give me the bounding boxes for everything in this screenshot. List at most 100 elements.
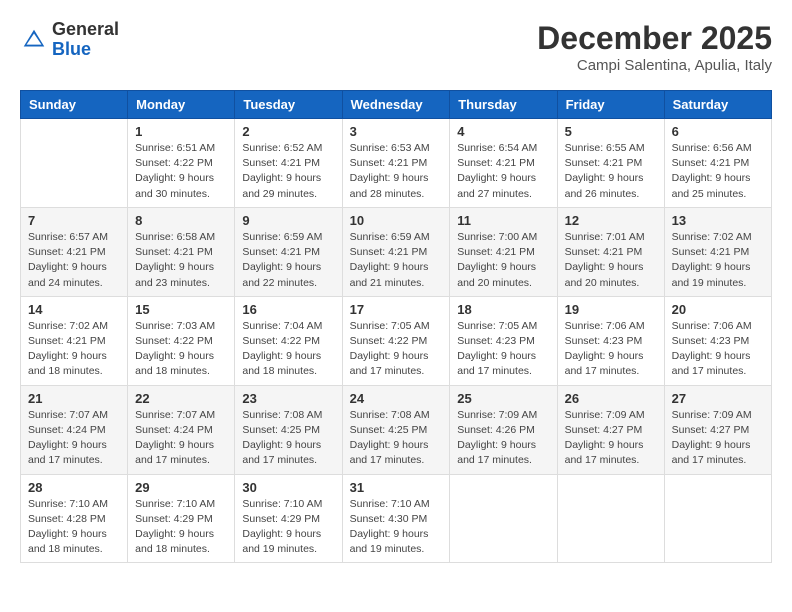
calendar-cell: 29 Sunrise: 7:10 AMSunset: 4:29 PMDaylig… — [128, 474, 235, 563]
day-number: 22 — [135, 391, 227, 406]
day-info: Sunrise: 6:58 AMSunset: 4:21 PMDaylight:… — [135, 230, 227, 291]
header-saturday: Saturday — [664, 91, 771, 119]
day-info: Sunrise: 6:52 AMSunset: 4:21 PMDaylight:… — [242, 141, 334, 202]
day-info: Sunrise: 7:07 AMSunset: 4:24 PMDaylight:… — [28, 408, 120, 469]
header-wednesday: Wednesday — [342, 91, 450, 119]
calendar-cell: 27 Sunrise: 7:09 AMSunset: 4:27 PMDaylig… — [664, 385, 771, 474]
calendar-cell: 23 Sunrise: 7:08 AMSunset: 4:25 PMDaylig… — [235, 385, 342, 474]
calendar-week-row: 7 Sunrise: 6:57 AMSunset: 4:21 PMDayligh… — [21, 207, 772, 296]
calendar-cell: 14 Sunrise: 7:02 AMSunset: 4:21 PMDaylig… — [21, 296, 128, 385]
day-info: Sunrise: 7:05 AMSunset: 4:22 PMDaylight:… — [350, 319, 443, 380]
day-number: 17 — [350, 302, 443, 317]
day-info: Sunrise: 6:59 AMSunset: 4:21 PMDaylight:… — [242, 230, 334, 291]
calendar-cell: 19 Sunrise: 7:06 AMSunset: 4:23 PMDaylig… — [557, 296, 664, 385]
day-number: 10 — [350, 213, 443, 228]
day-info: Sunrise: 6:56 AMSunset: 4:21 PMDaylight:… — [672, 141, 764, 202]
day-info: Sunrise: 7:03 AMSunset: 4:22 PMDaylight:… — [135, 319, 227, 380]
day-info: Sunrise: 6:55 AMSunset: 4:21 PMDaylight:… — [565, 141, 657, 202]
location-subtitle: Campi Salentina, Apulia, Italy — [537, 57, 772, 74]
day-number: 13 — [672, 213, 764, 228]
calendar-header-row: SundayMondayTuesdayWednesdayThursdayFrid… — [21, 91, 772, 119]
day-info: Sunrise: 7:10 AMSunset: 4:29 PMDaylight:… — [135, 497, 227, 558]
day-number: 9 — [242, 213, 334, 228]
day-number: 28 — [28, 480, 120, 495]
day-number: 26 — [565, 391, 657, 406]
day-info: Sunrise: 6:51 AMSunset: 4:22 PMDaylight:… — [135, 141, 227, 202]
day-info: Sunrise: 6:59 AMSunset: 4:21 PMDaylight:… — [350, 230, 443, 291]
day-number: 20 — [672, 302, 764, 317]
page-header: General Blue December 2025 Campi Salenti… — [20, 20, 772, 74]
calendar-cell: 26 Sunrise: 7:09 AMSunset: 4:27 PMDaylig… — [557, 385, 664, 474]
day-number: 16 — [242, 302, 334, 317]
calendar-table: SundayMondayTuesdayWednesdayThursdayFrid… — [20, 90, 772, 563]
calendar-cell: 10 Sunrise: 6:59 AMSunset: 4:21 PMDaylig… — [342, 207, 450, 296]
calendar-cell: 18 Sunrise: 7:05 AMSunset: 4:23 PMDaylig… — [450, 296, 557, 385]
day-number: 30 — [242, 480, 334, 495]
day-info: Sunrise: 7:09 AMSunset: 4:27 PMDaylight:… — [565, 408, 657, 469]
calendar-week-row: 28 Sunrise: 7:10 AMSunset: 4:28 PMDaylig… — [21, 474, 772, 563]
calendar-cell: 6 Sunrise: 6:56 AMSunset: 4:21 PMDayligh… — [664, 119, 771, 208]
calendar-week-row: 21 Sunrise: 7:07 AMSunset: 4:24 PMDaylig… — [21, 385, 772, 474]
day-info: Sunrise: 7:00 AMSunset: 4:21 PMDaylight:… — [457, 230, 549, 291]
logo-icon — [20, 26, 48, 54]
day-info: Sunrise: 7:02 AMSunset: 4:21 PMDaylight:… — [672, 230, 764, 291]
day-number: 31 — [350, 480, 443, 495]
day-info: Sunrise: 6:53 AMSunset: 4:21 PMDaylight:… — [350, 141, 443, 202]
day-number: 18 — [457, 302, 549, 317]
title-block: December 2025 Campi Salentina, Apulia, I… — [537, 20, 772, 74]
day-info: Sunrise: 7:02 AMSunset: 4:21 PMDaylight:… — [28, 319, 120, 380]
day-number: 12 — [565, 213, 657, 228]
calendar-cell: 24 Sunrise: 7:08 AMSunset: 4:25 PMDaylig… — [342, 385, 450, 474]
calendar-cell: 12 Sunrise: 7:01 AMSunset: 4:21 PMDaylig… — [557, 207, 664, 296]
logo: General Blue — [20, 20, 119, 60]
header-sunday: Sunday — [21, 91, 128, 119]
calendar-cell: 28 Sunrise: 7:10 AMSunset: 4:28 PMDaylig… — [21, 474, 128, 563]
header-monday: Monday — [128, 91, 235, 119]
calendar-cell: 16 Sunrise: 7:04 AMSunset: 4:22 PMDaylig… — [235, 296, 342, 385]
day-info: Sunrise: 7:10 AMSunset: 4:28 PMDaylight:… — [28, 497, 120, 558]
header-tuesday: Tuesday — [235, 91, 342, 119]
calendar-cell: 22 Sunrise: 7:07 AMSunset: 4:24 PMDaylig… — [128, 385, 235, 474]
day-number: 2 — [242, 124, 334, 139]
calendar-week-row: 1 Sunrise: 6:51 AMSunset: 4:22 PMDayligh… — [21, 119, 772, 208]
day-number: 14 — [28, 302, 120, 317]
calendar-cell: 17 Sunrise: 7:05 AMSunset: 4:22 PMDaylig… — [342, 296, 450, 385]
day-number: 5 — [565, 124, 657, 139]
calendar-cell: 8 Sunrise: 6:58 AMSunset: 4:21 PMDayligh… — [128, 207, 235, 296]
day-info: Sunrise: 7:05 AMSunset: 4:23 PMDaylight:… — [457, 319, 549, 380]
day-number: 27 — [672, 391, 764, 406]
day-number: 7 — [28, 213, 120, 228]
calendar-cell — [21, 119, 128, 208]
day-number: 4 — [457, 124, 549, 139]
day-number: 11 — [457, 213, 549, 228]
header-friday: Friday — [557, 91, 664, 119]
day-number: 24 — [350, 391, 443, 406]
calendar-cell: 3 Sunrise: 6:53 AMSunset: 4:21 PMDayligh… — [342, 119, 450, 208]
day-info: Sunrise: 7:08 AMSunset: 4:25 PMDaylight:… — [242, 408, 334, 469]
day-number: 23 — [242, 391, 334, 406]
day-info: Sunrise: 7:08 AMSunset: 4:25 PMDaylight:… — [350, 408, 443, 469]
day-number: 15 — [135, 302, 227, 317]
calendar-cell — [450, 474, 557, 563]
calendar-cell: 7 Sunrise: 6:57 AMSunset: 4:21 PMDayligh… — [21, 207, 128, 296]
calendar-cell: 2 Sunrise: 6:52 AMSunset: 4:21 PMDayligh… — [235, 119, 342, 208]
day-info: Sunrise: 6:57 AMSunset: 4:21 PMDaylight:… — [28, 230, 120, 291]
calendar-cell: 25 Sunrise: 7:09 AMSunset: 4:26 PMDaylig… — [450, 385, 557, 474]
month-title: December 2025 — [537, 20, 772, 57]
day-number: 6 — [672, 124, 764, 139]
logo-blue: Blue — [52, 39, 91, 59]
day-info: Sunrise: 7:09 AMSunset: 4:27 PMDaylight:… — [672, 408, 764, 469]
day-info: Sunrise: 7:09 AMSunset: 4:26 PMDaylight:… — [457, 408, 549, 469]
calendar-cell: 21 Sunrise: 7:07 AMSunset: 4:24 PMDaylig… — [21, 385, 128, 474]
calendar-cell: 30 Sunrise: 7:10 AMSunset: 4:29 PMDaylig… — [235, 474, 342, 563]
calendar-cell: 20 Sunrise: 7:06 AMSunset: 4:23 PMDaylig… — [664, 296, 771, 385]
day-number: 21 — [28, 391, 120, 406]
calendar-cell: 4 Sunrise: 6:54 AMSunset: 4:21 PMDayligh… — [450, 119, 557, 208]
day-info: Sunrise: 6:54 AMSunset: 4:21 PMDaylight:… — [457, 141, 549, 202]
logo-general: General — [52, 19, 119, 39]
day-number: 19 — [565, 302, 657, 317]
day-number: 29 — [135, 480, 227, 495]
day-number: 25 — [457, 391, 549, 406]
day-info: Sunrise: 7:10 AMSunset: 4:30 PMDaylight:… — [350, 497, 443, 558]
day-info: Sunrise: 7:10 AMSunset: 4:29 PMDaylight:… — [242, 497, 334, 558]
